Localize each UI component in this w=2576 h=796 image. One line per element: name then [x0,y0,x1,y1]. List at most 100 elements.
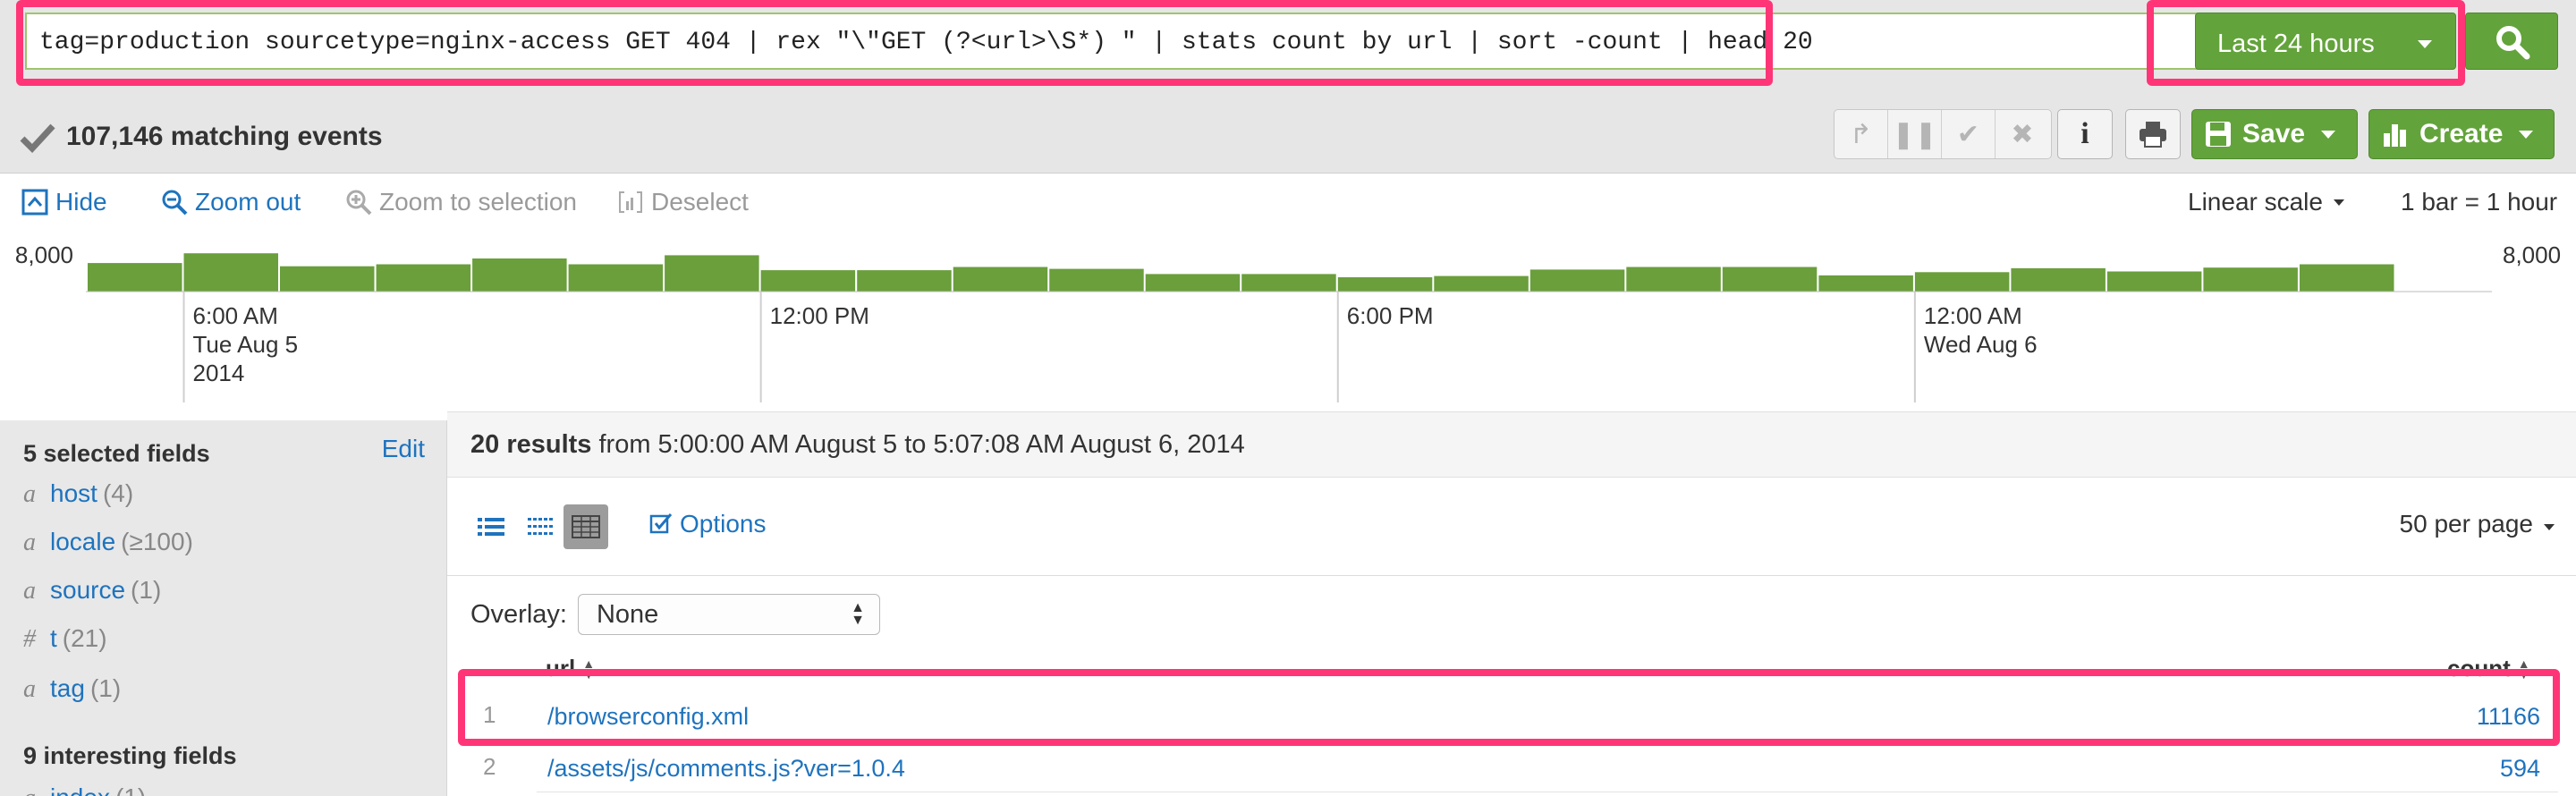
deselect-label: Deselect [651,188,749,216]
x-axis-tick-label: 6:00 AM [193,302,278,329]
field-name: t [50,624,57,652]
timeline-bar[interactable] [2011,267,2106,292]
timeline-controls: Hide Zoom out Zoom to selection Deselect… [0,174,2576,233]
field-name: host [50,479,97,507]
field-type-icon: a [23,675,36,703]
sort-icon: ▲ ▼ [582,656,596,682]
column-header-count[interactable]: count ▲ ▼ [2447,655,2530,682]
info-icon: i [2080,117,2089,150]
timeline-bar[interactable] [2106,271,2202,292]
timeline-bar[interactable] [1818,275,1913,292]
timeline-bar[interactable] [665,255,759,292]
timeline-bar[interactable] [88,263,182,292]
timeline-bar[interactable] [280,266,375,292]
chevron-down-icon [2519,130,2534,139]
timeline-bar[interactable] [1914,272,2010,292]
zoom-out-link[interactable]: Zoom out [161,188,301,216]
print-button[interactable] [2125,109,2181,159]
edit-fields-link[interactable]: Edit [382,435,425,463]
url-cell[interactable]: /browserconfig.xml [547,703,749,731]
count-cell[interactable]: 11166 [2477,703,2540,731]
timeline-bar[interactable] [1145,274,1241,292]
raw-view-icon [528,518,553,535]
timeline-bar[interactable] [376,264,471,292]
column-header-url[interactable]: url ▲ ▼ [546,655,595,682]
field-type-icon: a [23,529,36,556]
save-button[interactable]: Save [2191,109,2358,159]
list-view-button[interactable] [469,504,513,549]
raw-view-button[interactable] [519,504,564,549]
field-index[interactable]: a index (1) [23,783,146,796]
url-cell[interactable]: /assets/js/comments.js?ver=1.0.4 [547,755,905,783]
zoom-out-label: Zoom out [195,188,301,216]
create-button[interactable]: Create [2368,109,2555,159]
timeline-bar[interactable] [2300,264,2394,292]
timeline-bar[interactable] [1530,269,1625,292]
job-status-bar: 107,146 matching events ↱ ❚❚ ✔ ✖ i Save … [0,88,2576,174]
interesting-fields-heading: 9 interesting fields [23,742,237,769]
bar-unit-label: 1 bar = 1 hour [2401,188,2558,216]
selected-fields-heading: 5 selected fields [23,440,210,467]
pause-icon[interactable]: ❚❚ [1888,110,1942,158]
event-timeline-chart: 8,000 8,000 6:00 AM Tue Aug 5 2014 12:00 PM… [0,233,2576,411]
timeline-bar[interactable] [1049,268,1144,292]
list-view-icon [478,518,504,536]
field-name: index [50,783,110,796]
table-row: 1 /browserconfig.xml 11166 [483,689,2558,741]
search-input[interactable]: tag=production sourcetype=nginx-access G… [25,13,2199,70]
timeline-bar[interactable] [953,267,1048,292]
table-row: 2 /assets/js/comments.js?ver=1.0.4 594 [483,741,2558,792]
timeline-bar[interactable] [760,270,856,292]
scale-selector[interactable]: Linear scale [2188,188,2344,216]
x-axis-tick-label: Tue Aug 5 [193,331,299,358]
table-view-button[interactable] [564,504,608,549]
field-type-icon: a [23,480,36,508]
field-count: (≥100) [121,528,193,555]
send-to-background-icon[interactable]: ↱ [1835,110,1888,158]
overlay-select[interactable]: None ▲ ▼ [577,594,880,635]
results-count: 20 results [470,430,592,459]
field-locale[interactable]: a locale (≥100) [23,528,193,557]
field-type-icon: a [23,577,36,605]
timeline-bar[interactable] [1241,274,1336,292]
timeline-bar[interactable] [183,253,279,292]
job-inspector-button[interactable]: i [2057,109,2113,159]
timeline-bar[interactable] [1626,267,1721,292]
field-count: (1) [131,576,162,604]
field-tag[interactable]: a tag (1) [23,674,121,704]
floppy-disk-icon [2206,122,2231,147]
field-host[interactable]: a host (4) [23,479,133,509]
hide-timeline-link[interactable]: Hide [21,188,107,216]
x-axis-tick-label: 2014 [193,360,245,386]
results-range: from 5:00:00 AM August 5 to 5:07:08 AM A… [591,430,1245,459]
field-count: (21) [62,624,107,652]
timeline-bar[interactable] [1434,275,1529,292]
row-number: 2 [483,753,496,780]
per-page-selector[interactable]: 50 per page [2400,510,2555,538]
timeline-bar[interactable] [568,264,664,292]
field-t[interactable]: # t (21) [23,624,107,654]
zoom-out-icon [162,190,188,216]
zoom-to-selection-link[interactable]: Zoom to selection [345,188,577,216]
timeline-bar[interactable] [2203,267,2298,292]
stop-icon[interactable]: ✖ [1996,110,2049,158]
field-name: tag [50,674,85,702]
timeline-bar[interactable] [1722,267,1818,292]
results-panel: 20 results from 5:00:00 AM August 5 to 5… [447,411,2576,796]
finalize-icon[interactable]: ✔ [1942,110,1996,158]
field-source[interactable]: a source (1) [23,576,161,605]
options-link[interactable]: Options [649,510,767,538]
search-button[interactable] [2465,13,2558,70]
timeline-bar[interactable] [472,258,567,292]
field-count: (4) [102,479,134,507]
count-cell[interactable]: 594 [2500,755,2540,783]
zoom-in-icon [346,190,372,216]
timeline-bar[interactable] [857,270,952,292]
x-axis-tick-label: 12:00 PM [770,302,869,329]
scale-label: Linear scale [2188,188,2323,216]
time-range-picker[interactable]: Last 24 hours [2195,13,2456,70]
timeline-svg: 8,000 8,000 6:00 AMTue Aug 52014 12:00 PM… [15,241,2561,402]
timeline-bar[interactable] [1337,277,1433,292]
deselect-link[interactable]: Deselect [617,188,749,216]
y-max-label-left: 8,000 [15,241,73,268]
